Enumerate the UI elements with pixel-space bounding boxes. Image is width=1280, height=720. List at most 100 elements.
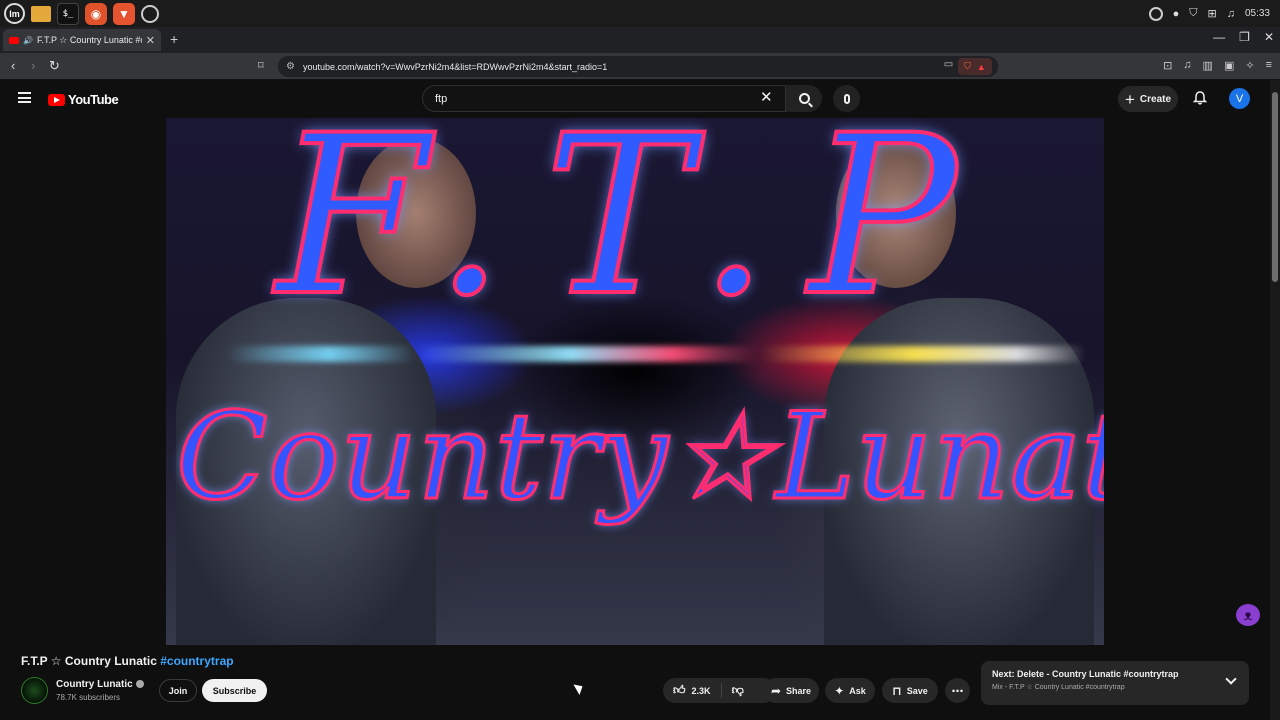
share-label: Share: [786, 685, 812, 696]
youtube-logo-text: YouTube: [68, 92, 119, 107]
more-actions-icon[interactable]: ⋯: [945, 678, 970, 703]
channel-name-wrap[interactable]: Country Lunatic: [56, 679, 144, 690]
browser-tab-strip: 🔊 F.T.P ☆ Country Lunatic #c ✕ + — ❐ ✕: [0, 27, 1280, 53]
bookmark-save-icon: ⊓: [892, 683, 902, 698]
save-button[interactable]: ⊓ Save: [882, 678, 938, 703]
new-tab-button[interactable]: +: [170, 31, 178, 47]
search-input[interactable]: ftp: [422, 85, 786, 112]
minimize-icon[interactable]: —: [1213, 30, 1225, 44]
maximize-icon[interactable]: ❐: [1239, 30, 1250, 44]
search-button[interactable]: [786, 85, 822, 112]
subscriber-count: 78.7K subscribers: [56, 693, 121, 702]
music-icon[interactable]: ♫: [1227, 8, 1235, 20]
browser-tab-active[interactable]: 🔊 F.T.P ☆ Country Lunatic #c ✕: [3, 29, 161, 51]
back-icon[interactable]: ‹: [11, 58, 15, 73]
clock[interactable]: 05:33: [1245, 8, 1270, 19]
media-icon[interactable]: ♫: [1183, 59, 1191, 72]
browser-extension-icons: ⊡ ♫ ▥ ▣ ✧ ≡: [1163, 59, 1272, 72]
screenshot-icon[interactable]: ⊡: [1163, 59, 1172, 72]
obs-icon[interactable]: [141, 4, 159, 23]
account-avatar[interactable]: V: [1229, 88, 1250, 109]
ask-button[interactable]: ✦ Ask: [825, 678, 875, 703]
ask-label: Ask: [849, 685, 866, 696]
autoplay-next-card[interactable]: Next: Delete - Country Lunatic #countryt…: [981, 661, 1249, 705]
cast-icon[interactable]: ▭: [944, 59, 953, 70]
browser-toolbar: ‹ › ↻ ⌑ ⚙ youtube.com/watch?v=WwvPzrNi2m…: [0, 53, 1280, 80]
channel-avatar[interactable]: [21, 677, 48, 704]
os-launchers: lm $_ ◉ ▼: [0, 2, 159, 25]
share-button[interactable]: ➦ Share: [763, 678, 819, 703]
sparkle-icon: ✦: [834, 683, 845, 698]
brave-shields-button[interactable]: ⛉ ▲: [958, 58, 992, 75]
mouse-cursor: [573, 681, 586, 695]
like-button[interactable]: 👍︎ 2.3K: [663, 683, 722, 698]
devil-extension-icon[interactable]: ᴥ: [1236, 604, 1260, 626]
clear-search-icon[interactable]: ✕: [760, 90, 773, 105]
police-lightbar: [226, 346, 1086, 362]
youtube-masthead: YouTube ftp ✕ + Create V: [0, 80, 1280, 118]
youtube-logo[interactable]: YouTube: [48, 92, 119, 107]
scrollbar-thumb[interactable]: [1272, 92, 1278, 282]
channel-name[interactable]: Country Lunatic: [56, 679, 133, 690]
page-scrollbar[interactable]: [1270, 80, 1280, 720]
thumbnail-title-top: F.T.P: [274, 118, 997, 346]
video-player[interactable]: F.T.P Country☆Lunatic: [166, 118, 1104, 645]
dislike-button[interactable]: 👎︎: [722, 683, 744, 698]
audio-playing-icon[interactable]: 🔊: [23, 36, 33, 45]
status-icon[interactable]: ●: [1173, 8, 1180, 20]
verified-icon: [135, 680, 144, 689]
address-bar[interactable]: ⚙ youtube.com/watch?v=WwvPzrNi2m4&list=R…: [278, 56, 998, 77]
create-button[interactable]: + Create: [1118, 86, 1178, 112]
files-icon[interactable]: [31, 5, 51, 22]
save-label: Save: [906, 685, 928, 696]
thumbnail-title-bottom: Country☆Lunatic: [175, 387, 1105, 529]
youtube-favicon-icon: [9, 36, 19, 44]
thumbs-down-icon: 👎︎: [731, 683, 744, 697]
thumbs-up-icon: 👍︎: [673, 683, 686, 697]
guide-menu-icon[interactable]: [18, 92, 31, 103]
tab-title: F.T.P ☆ Country Lunatic #c: [36, 34, 142, 45]
sidebar-icon[interactable]: ▥: [1203, 59, 1213, 72]
youtube-play-icon: [48, 93, 65, 106]
brave-icon[interactable]: ▼: [113, 2, 135, 25]
video-player-area: F.T.P Country☆Lunatic: [0, 118, 1270, 645]
video-hashtag-link[interactable]: #countrytrap: [160, 654, 233, 668]
rewards-icon: ▲: [976, 61, 986, 72]
url-text[interactable]: youtube.com/watch?v=WwvPzrNi2m4&list=RDW…: [303, 62, 607, 72]
next-video-mix: Mix - F.T.P ☆ Country Lunatic #countrytr…: [992, 684, 1125, 691]
like-dislike-group: 👍︎ 2.3K 👎︎: [663, 678, 776, 703]
system-tray: ● ⛉ ⊞ ♫ 05:33: [1148, 0, 1270, 27]
terminal-icon[interactable]: $_: [57, 2, 79, 25]
window-controls: — ❐ ✕: [1213, 30, 1274, 44]
network-icon[interactable]: ⊞: [1208, 7, 1217, 20]
microphone-icon: [843, 93, 850, 104]
wallet-icon[interactable]: ▣: [1224, 59, 1234, 72]
video-title: F.T.P ☆ Country Lunatic #countrytrap: [21, 654, 234, 668]
site-info-icon[interactable]: ⚙: [286, 61, 295, 72]
search-icon: [798, 93, 810, 104]
voice-search-button[interactable]: [833, 85, 860, 112]
leo-icon[interactable]: ✧: [1245, 59, 1254, 72]
os-top-panel: lm $_ ◉ ▼ ● ⛉ ⊞ ♫ 05:33: [0, 0, 1280, 27]
join-button[interactable]: Join: [159, 679, 197, 702]
video-title-text: F.T.P ☆ Country Lunatic: [21, 654, 161, 668]
subscribe-button[interactable]: Subscribe: [202, 679, 267, 702]
plus-icon: +: [1124, 89, 1135, 109]
share-icon: ➦: [770, 683, 782, 698]
notifications-bell-icon[interactable]: [1193, 91, 1207, 105]
forward-icon[interactable]: ›: [31, 58, 35, 73]
shield-tray-icon[interactable]: ⛉: [1189, 7, 1197, 20]
close-tab-icon[interactable]: ✕: [146, 34, 155, 47]
brave-shield-icon: ⛉: [964, 61, 971, 71]
search-query[interactable]: ftp: [435, 93, 447, 105]
create-label: Create: [1139, 93, 1172, 105]
like-count: 2.3K: [691, 685, 711, 696]
bookmark-icon[interactable]: ⌑: [258, 59, 264, 72]
close-window-icon[interactable]: ✕: [1264, 30, 1274, 44]
firefox-icon[interactable]: ◉: [85, 2, 107, 25]
browser-menu-icon[interactable]: ≡: [1266, 59, 1272, 72]
obs-tray-icon[interactable]: [1148, 6, 1163, 21]
next-video-title[interactable]: Next: Delete - Country Lunatic #countryt…: [992, 669, 1238, 679]
reload-icon[interactable]: ↻: [49, 58, 60, 74]
mint-menu-icon[interactable]: lm: [4, 3, 25, 24]
